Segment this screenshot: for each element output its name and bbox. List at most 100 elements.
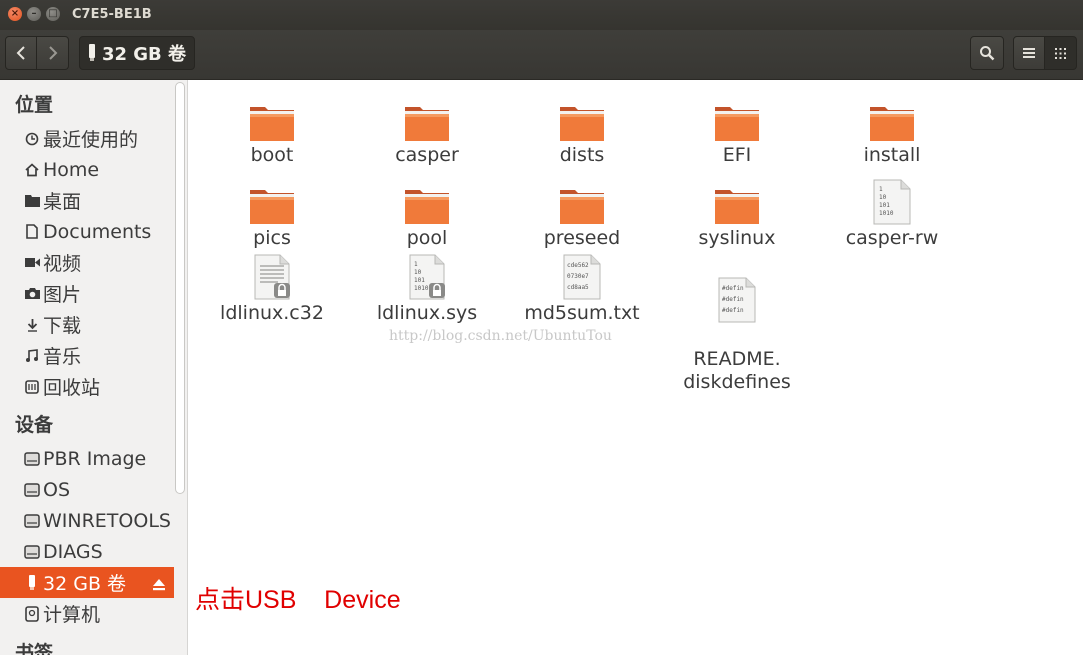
file-item-label: pics (253, 227, 291, 249)
file-item-pool[interactable]: pool (352, 179, 502, 250)
binary-file-icon: 1 10 101 1010 (873, 179, 911, 225)
window-minimize-button[interactable]: – (27, 7, 41, 21)
sidebar-item-videos[interactable]: 视频 (0, 247, 174, 278)
file-item-label: preseed (543, 227, 621, 249)
list-view-button[interactable] (1013, 36, 1045, 70)
camera-icon (23, 285, 41, 303)
locked-binary-file-icon: 1 10 101 1010 (409, 254, 445, 300)
sidebar-item-diags[interactable]: DIAGS (0, 536, 174, 567)
file-preview-line: 101 (879, 202, 890, 209)
window-maximize-button[interactable]: □ (46, 7, 60, 21)
file-item-label: README. diskdefines (683, 348, 791, 393)
file-preview-line: 0730e7 (567, 273, 589, 280)
grid-icon (1055, 47, 1066, 59)
title-bar: × – □ C7E5-BE1B (0, 0, 1083, 30)
file-item-label: EFI (722, 144, 752, 166)
sidebar-item-label: DIAGS (43, 540, 103, 563)
file-preview-line: 10 (879, 194, 887, 201)
file-item-label: md5sum.txt (524, 302, 640, 324)
sidebar-item-label: Documents (43, 220, 152, 243)
sidebar-heading-devices: 设备 (15, 414, 54, 436)
sidebar-item-label: 计算机 (43, 604, 101, 626)
usb-icon (88, 44, 95, 61)
sidebar-item-label: 视频 (43, 253, 82, 275)
file-item-readme-diskdefines[interactable]: #defin #defin #defin README. diskdefines (662, 254, 812, 417)
sidebar-item-trash[interactable]: 回收站 (0, 371, 174, 402)
back-button[interactable] (5, 36, 37, 70)
file-item-efi[interactable]: EFI (662, 96, 812, 167)
file-item-boot[interactable]: boot (197, 96, 347, 167)
path-bar-current[interactable]: 32 GB 卷 (79, 36, 195, 70)
search-button[interactable] (970, 36, 1004, 70)
eject-icon (153, 579, 165, 591)
drive-icon (23, 543, 41, 561)
sidebar-item-label: 最近使用的 (43, 129, 139, 151)
file-item-md5sum[interactable]: cde562 0730e7 cd8aa5 md5sum.txt (507, 254, 657, 325)
folder-icon (560, 190, 604, 224)
folder-icon (405, 107, 449, 141)
file-preview-line: cd8aa5 (567, 284, 589, 291)
sidebar-item-downloads[interactable]: 下载 (0, 309, 174, 340)
sidebar-item-recent[interactable]: 最近使用的 (0, 123, 174, 154)
sidebar-item-label: 图片 (43, 284, 82, 306)
sidebar-item-winretools[interactable]: WINRETOOLS (0, 505, 174, 536)
file-item-label: ldlinux.c32 (220, 302, 324, 324)
annotation-text: 点击USB Device (195, 586, 401, 614)
trash-icon (23, 378, 41, 396)
folder-icon (23, 192, 41, 210)
file-item-casper[interactable]: casper (352, 96, 502, 167)
file-item-dists[interactable]: dists (507, 96, 657, 167)
video-icon (23, 254, 41, 272)
eject-button[interactable] (152, 574, 166, 596)
file-item-ldlinux-c32[interactable]: ldlinux.c32 (197, 254, 347, 325)
folder-icon (715, 107, 759, 141)
folder-icon (870, 107, 914, 141)
file-preview-line: 1010 (879, 210, 894, 217)
folder-icon (560, 107, 604, 141)
grid-view-button[interactable] (1045, 36, 1077, 70)
sidebar-heading-bookmarks: 书签 (15, 642, 54, 655)
music-icon (23, 347, 41, 365)
toolbar: 32 GB 卷 (0, 30, 1083, 80)
sidebar-item-home[interactable]: Home (0, 154, 174, 185)
file-view: boot casper dists EFI install pics pool … (189, 80, 1083, 655)
sidebar-item-label: WINRETOOLS (43, 509, 171, 532)
home-icon (23, 161, 41, 179)
file-item-label: install (863, 144, 921, 166)
sidebar-item-music[interactable]: 音乐 (0, 340, 174, 371)
maximize-icon: □ (48, 8, 58, 19)
sidebar-item-pictures[interactable]: 图片 (0, 278, 174, 309)
text-file-icon: cde562 0730e7 cd8aa5 (563, 254, 601, 300)
forward-button[interactable] (37, 36, 69, 70)
file-item-casper-rw[interactable]: 1 10 101 1010 casper-rw (817, 179, 967, 250)
drive-icon (23, 512, 41, 530)
sidebar-item-usb-volume[interactable]: 32 GB 卷 (0, 567, 174, 598)
sidebar-item-label: Home (43, 158, 100, 181)
sidebar-scrollbar[interactable] (175, 82, 185, 494)
file-item-ldlinux-sys[interactable]: 1 10 101 1010 ldlinux.sys (352, 254, 502, 325)
sidebar-item-label: 32 GB 卷 (43, 573, 127, 595)
sidebar-item-documents[interactable]: Documents (0, 216, 174, 247)
sidebar-item-os[interactable]: OS (0, 474, 174, 505)
sidebar-item-label: 音乐 (43, 346, 82, 368)
document-icon (23, 223, 41, 241)
sidebar-item-computer[interactable]: 计算机 (0, 598, 174, 629)
drive-icon (23, 450, 41, 468)
file-item-pics[interactable]: pics (197, 179, 347, 250)
sidebar-item-pbr-image[interactable]: PBR Image (0, 443, 174, 474)
folder-icon (405, 190, 449, 224)
file-item-preseed[interactable]: preseed (507, 179, 657, 250)
file-preview-line: cde562 (567, 262, 589, 269)
file-item-label: casper (395, 144, 459, 166)
window-close-button[interactable]: × (8, 7, 22, 21)
file-preview-line: 1010 (414, 285, 429, 292)
file-item-label: casper-rw (845, 227, 939, 249)
sidebar-item-desktop[interactable]: 桌面 (0, 185, 174, 216)
sidebar-item-label: PBR Image (43, 447, 147, 470)
download-icon (23, 316, 41, 334)
folder-icon (715, 190, 759, 224)
file-item-install[interactable]: install (817, 96, 967, 167)
search-icon (980, 46, 995, 61)
folder-icon (250, 190, 294, 224)
file-item-syslinux[interactable]: syslinux (662, 179, 812, 250)
